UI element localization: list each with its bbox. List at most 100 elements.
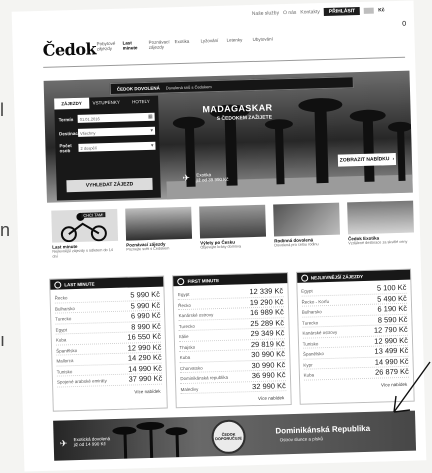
percent-icon	[300, 274, 308, 282]
chevron-down-icon: ▾	[150, 142, 154, 149]
cart-count[interactable]: 0	[402, 21, 406, 28]
tile-description: Vzdálené destinace za skvělé ceny	[348, 239, 408, 246]
bottom-ad-banner[interactable]: ✈ Exotická dovolená již od 14 990 Kč ČEDO…	[53, 410, 417, 461]
tile-overlay-label: CHCI TAM!	[81, 212, 106, 218]
destination-select[interactable]: Všechny ▾	[77, 126, 156, 137]
destination-name: Bulharsko	[54, 305, 76, 312]
price-value: 32 990 Kč	[251, 380, 286, 391]
user-icon[interactable]	[364, 7, 375, 14]
calendar-icon: ▦	[147, 113, 153, 120]
promo-tile[interactable]: CHCI TAM! Last minute Nejlevnější zájezd…	[51, 208, 119, 267]
top-link[interactable]: O nás	[283, 10, 297, 16]
price-value: 12 990 Kč	[374, 335, 409, 346]
printed-website-page: Naše služby O nás Kontakty PŘIHLÁSIT Kč …	[11, 0, 427, 472]
tab-tours[interactable]: ZÁJEZDY	[54, 97, 90, 110]
nav-item[interactable]: Ubytování	[252, 36, 272, 46]
price-value: 14 990 Kč	[128, 363, 163, 374]
promo-tile[interactable]: Rodinná dovolená Dovolená pro celou rodi…	[273, 202, 341, 261]
airplane-icon: ✈	[59, 438, 68, 449]
clock-icon	[54, 280, 62, 289]
destination-name: Tunisko	[56, 368, 73, 375]
banner-price: Exotická dovolená již od 14 990 Kč	[73, 436, 111, 448]
tile-image	[199, 204, 267, 239]
tab-tickets[interactable]: VSTUPENKY	[89, 97, 124, 109]
price-value: 12 990 Kč	[127, 342, 162, 353]
price-list: Řecko 5 990 Kč Bulharsko 5 990 Kč Turecko 6 9…	[50, 287, 166, 388]
logo[interactable]: Čedok	[42, 39, 96, 59]
destination-name: Turecko	[302, 319, 319, 326]
destination-name: Egypt	[55, 326, 68, 333]
nav-item[interactable]: Exotika	[174, 39, 192, 49]
search-panel: ZÁJEZDY VSTUPENKY HOTELY Termín 01.01.20…	[54, 95, 161, 201]
destination-name: Kuba	[179, 354, 191, 361]
destination-name: Kuba	[55, 337, 67, 343]
price-column: LAST MINUTE Řecko 5 990 Kč Bulharsko 5 990 …	[49, 275, 169, 412]
price-value: 5 490 Kč	[377, 293, 407, 304]
price-value: 16 550 Kč	[127, 331, 162, 342]
destination-name: Bulharsko	[301, 309, 322, 315]
tile-image	[347, 200, 414, 235]
promo-tiles: CHCI TAM! Last minute Nejlevnější zájezd…	[51, 200, 415, 267]
price-row[interactable]: Spojené arabské emiráty 37 990 Kč	[56, 373, 163, 388]
destination-name: Turecko	[178, 323, 195, 329]
more-offers-link[interactable]: Více nabídek	[53, 388, 160, 396]
top-bar: Naše služby O nás Kontakty PŘIHLÁSIT Kč	[252, 5, 410, 19]
destination-name: Kypr	[303, 361, 313, 368]
nav-item[interactable]: Letenky	[226, 37, 244, 47]
date-field[interactable]: 01.01.2016 ▦	[77, 112, 155, 123]
destination-name: Řecko	[54, 295, 68, 301]
nav-item[interactable]: Lyžování	[200, 38, 218, 48]
tile-description: Dovolená pro celou rodinu	[274, 242, 319, 248]
price-value: 37 990 Kč	[128, 373, 163, 384]
price-value: 29 349 Kč	[250, 328, 285, 339]
hand-drawn-arrow	[393, 361, 431, 413]
tile-description: Nejlevnější zájezdy s odletem do 14 dní	[52, 247, 113, 259]
price-value: 13 499 Kč	[374, 345, 409, 356]
top-link[interactable]: Naše služby	[252, 10, 279, 17]
destination-name: Egypt	[177, 291, 190, 298]
destination-name: Maledivy	[180, 386, 199, 392]
promo-strip-text: Dovolená snů s Čedokem	[165, 83, 212, 90]
nav-item[interactable]: Poznávací zájezdy	[148, 39, 169, 50]
promo-tile[interactable]: Výlety po Česku Objevujte krásy domova	[199, 204, 267, 263]
price-value: 30 990 Kč	[251, 359, 286, 370]
promo-strip-brand: ČEDOK DOVOLENÁ	[116, 85, 160, 92]
destination-name: Mallorca	[56, 358, 74, 364]
price-value: 36 990 Kč	[251, 370, 286, 381]
tile-description: Objevujte krásy domova	[200, 244, 242, 250]
login-button[interactable]: PŘIHLÁSIT	[323, 6, 361, 16]
more-offers-link[interactable]: Více nabídek	[177, 395, 284, 403]
price-value: 16 989 Kč	[249, 307, 284, 318]
price-value: 25 289 Kč	[250, 317, 285, 328]
destination-name: Chorvatsko	[179, 365, 203, 371]
promo-tile[interactable]: Čedok Exotika Vzdálené destinace za skvě…	[347, 200, 415, 259]
show-offer-button[interactable]: ZOBRAZIT NABÍDKU ›	[337, 153, 397, 167]
price-row[interactable]: Maledivy 32 990 Kč	[180, 380, 287, 395]
top-link[interactable]: Kontakty	[300, 9, 320, 16]
search-button[interactable]: VYHLEDAT ZÁJEZD	[66, 177, 153, 193]
price-value: 6 190 Kč	[377, 303, 408, 314]
nav-item[interactable]: Pobytové zájezdy	[97, 41, 116, 52]
persons-select[interactable]: 2 dospělí ▾	[78, 141, 156, 152]
calendar-icon	[177, 277, 185, 285]
header-divider	[43, 56, 406, 68]
background-shelf-edge: lnı	[0, 100, 11, 350]
tab-hotels[interactable]: HOTELY	[123, 96, 158, 108]
destination-name: Turecko	[55, 316, 72, 322]
tile-description: Poznejte svět s Čedokem	[126, 246, 170, 252]
currency-label: Kč	[378, 7, 385, 14]
price-value: 5 990 Kč	[130, 300, 161, 310]
price-value: 14 290 Kč	[127, 352, 162, 363]
destination-name: Itálie	[179, 333, 189, 340]
tile-image	[125, 206, 193, 241]
price-value: 6 990 Kč	[130, 310, 161, 321]
destination-name: Řecko - Korfu	[301, 298, 330, 305]
hero-headline: MADAGASKAR	[202, 102, 273, 115]
price-value: 12 790 Kč	[373, 324, 408, 335]
nav-item-last-minute[interactable]: Last minute	[123, 40, 141, 50]
field-label: Termín	[58, 116, 74, 122]
promo-tile[interactable]: Poznávací zájezdy Poznejte svět s Čedoke…	[125, 206, 193, 265]
destination-name: Kuba	[303, 372, 315, 378]
destination-name: Španělsko	[302, 351, 325, 357]
price-value: 30 990 Kč	[251, 349, 286, 360]
